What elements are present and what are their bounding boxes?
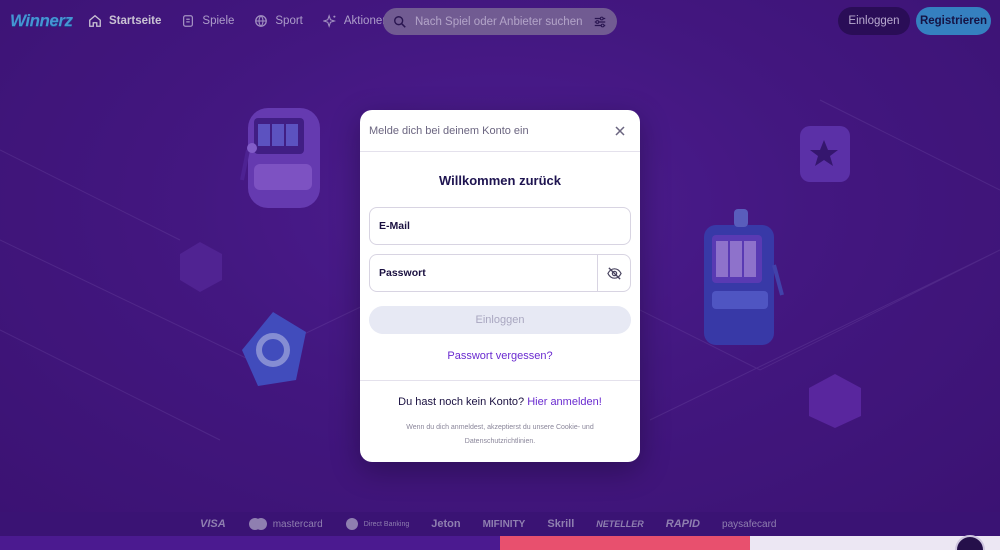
payment-paysafecard: paysafecard bbox=[722, 518, 777, 530]
payment-visa: VISA bbox=[200, 518, 226, 530]
password-input[interactable] bbox=[370, 255, 630, 291]
forgot-password-link[interactable]: Passwort vergessen? bbox=[360, 350, 640, 362]
mastercard-icon bbox=[248, 518, 267, 530]
divider bbox=[360, 380, 640, 381]
payment-direct-banking: Direct Banking bbox=[345, 517, 409, 531]
modal-header-text: Melde dich bei deinem Konto ein bbox=[369, 124, 529, 137]
login-modal: Melde dich bei deinem Konto ein Willkomm… bbox=[360, 110, 640, 462]
promo-banner[interactable] bbox=[500, 536, 750, 550]
payment-methods-bar: VISA mastercard Direct Banking Jeton MIF… bbox=[0, 512, 1000, 536]
payment-skrill: Skrill bbox=[547, 518, 575, 530]
payment-mastercard: mastercard bbox=[248, 518, 323, 530]
modal-title: Willkommen zurück bbox=[439, 173, 561, 188]
password-field[interactable]: Passwort bbox=[369, 254, 631, 292]
payment-mifinity: MIFINITY bbox=[482, 518, 526, 530]
submit-login-button[interactable]: Einloggen bbox=[369, 306, 631, 334]
promo-strip bbox=[0, 536, 1000, 550]
payment-neteller: NETELLER bbox=[596, 519, 644, 529]
payment-rapid: RAPID bbox=[665, 518, 701, 530]
modal-header: Melde dich bei deinem Konto ein bbox=[360, 110, 640, 152]
email-input[interactable] bbox=[370, 208, 630, 244]
signup-link[interactable]: Hier anmelden! bbox=[527, 396, 602, 408]
email-field[interactable]: E-Mail bbox=[369, 207, 631, 245]
legal-text: Wenn du dich anmeldest, akzeptierst du u… bbox=[406, 424, 594, 445]
bank-icon bbox=[345, 518, 358, 530]
toggle-password-visibility[interactable] bbox=[597, 255, 630, 291]
eye-off-icon bbox=[606, 266, 622, 280]
payment-jeton: Jeton bbox=[431, 518, 461, 530]
no-account-text: Du hast noch kein Konto? Hier anmelden! bbox=[398, 396, 602, 408]
close-icon[interactable] bbox=[612, 123, 628, 139]
